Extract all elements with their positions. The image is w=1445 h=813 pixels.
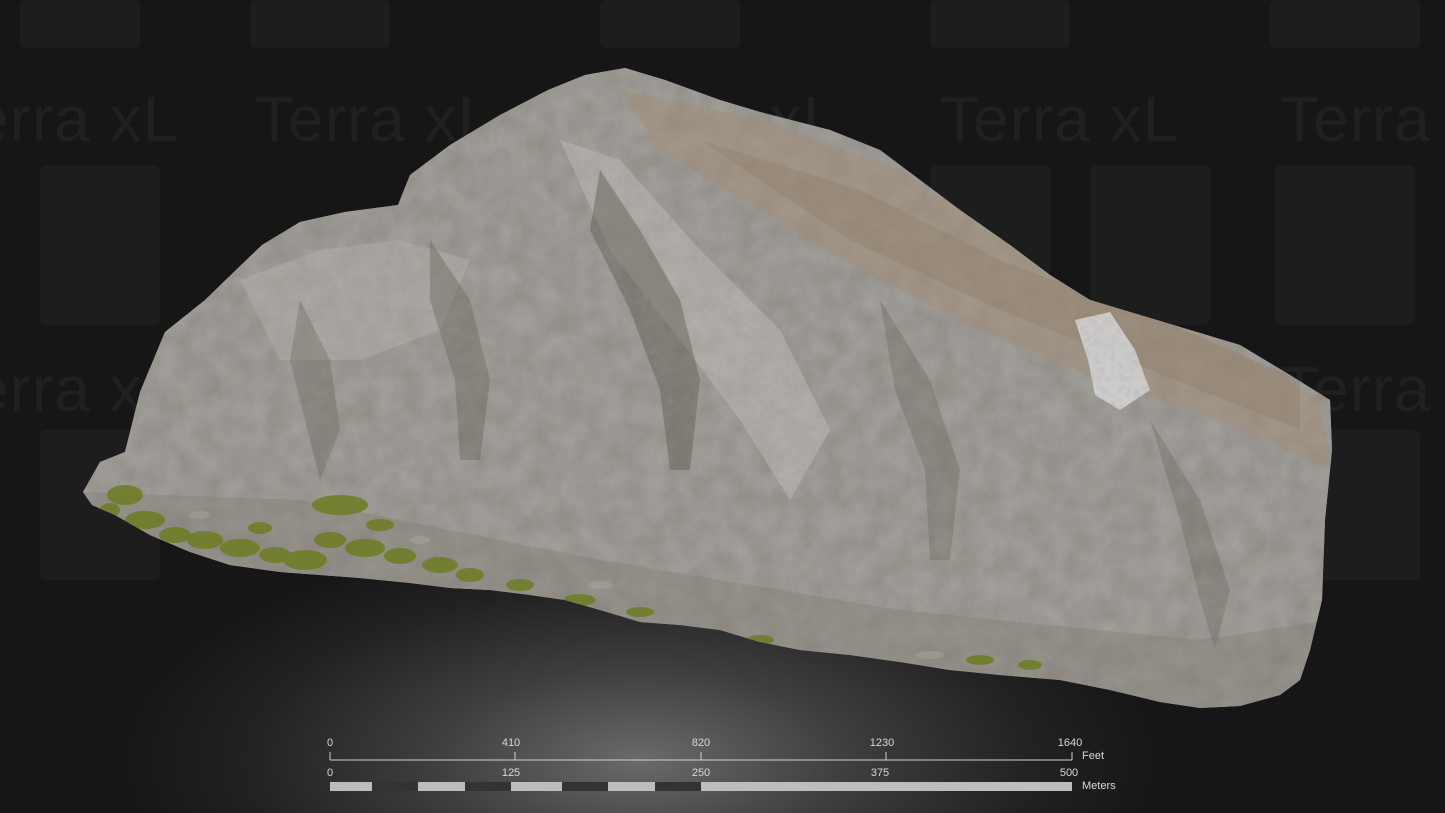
meters-segment-dark bbox=[465, 782, 511, 791]
feet-tick-label: 820 bbox=[691, 737, 711, 749]
meters-segment-dark bbox=[655, 782, 701, 791]
feet-tick-label: 1640 bbox=[1057, 737, 1083, 749]
meters-tick-label: 250 bbox=[691, 767, 711, 779]
meters-tick-label: 375 bbox=[870, 767, 890, 779]
model-viewport: Terra xL Terra xL Terra xL Terra xL Terr… bbox=[0, 0, 1445, 813]
meters-segment-dark bbox=[372, 782, 418, 791]
meters-tick-label: 125 bbox=[501, 767, 521, 779]
feet-tick-label: 1230 bbox=[869, 737, 895, 749]
feet-unit-label: Feet bbox=[1082, 750, 1105, 762]
feet-tick-label: 0 bbox=[326, 737, 334, 749]
feet-tick-label: 410 bbox=[501, 737, 521, 749]
meters-tick-label: 0 bbox=[326, 767, 334, 779]
scale-bar-graphic bbox=[329, 752, 1073, 791]
meters-tick-label: 500 bbox=[1059, 767, 1079, 779]
meters-segment-dark bbox=[562, 782, 608, 791]
meters-unit-label: Meters bbox=[1082, 780, 1116, 792]
